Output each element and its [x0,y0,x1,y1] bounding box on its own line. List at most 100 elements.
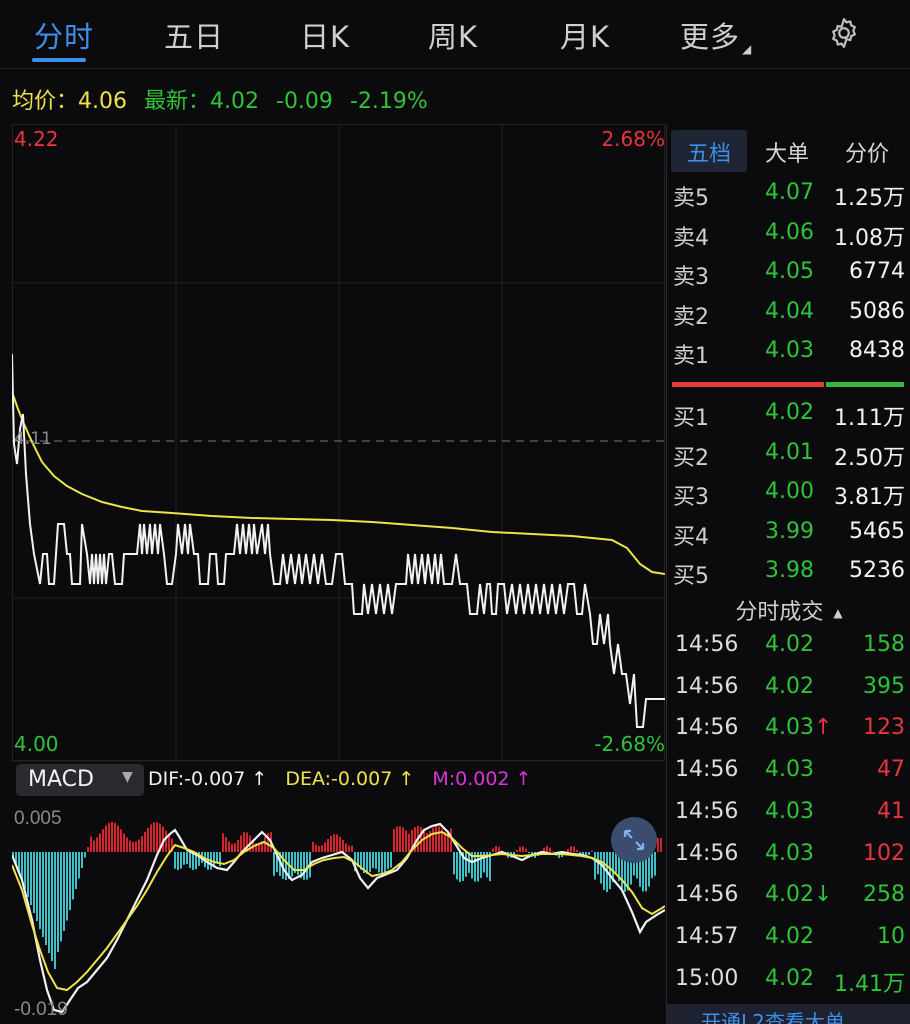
macd-bar [576,849,578,852]
macd-bar [318,845,320,852]
caret-down-icon: ▼ [122,769,133,785]
latest-price: 最新：4.02 [144,89,259,114]
trade-row: 14:56 4.03 47 [675,757,905,797]
bid-level-label: 买2 [673,445,709,471]
bid-level-label: 买5 [673,564,709,589]
bid-price: 4.01 [765,439,814,465]
macd-bar [594,852,596,880]
macd-chart[interactable]: 0.005 -0.019 [12,800,665,1024]
tab-more[interactable]: 更多 ◢ [680,14,752,56]
macd-bar [141,836,143,852]
buy-ratio-bar [826,382,904,387]
macd-bar [399,826,401,852]
trade-time: 14:56 [675,673,739,699]
l2-banner-text: 开通L2查看大单 [701,1010,845,1024]
ask-level-label: 卖4 [673,225,709,251]
macd-bar [30,852,32,905]
dea-arrow: ↑ [398,768,415,790]
ask-row[interactable]: 卖3 4.05 6774 [673,259,905,295]
bid-volume: 3.81万 [834,485,905,510]
trades-header[interactable]: 分时成交 ▲ [667,594,910,626]
bid-row[interactable]: 买4 3.99 5465 [673,519,905,555]
tab-weekly-k[interactable]: 周K [428,14,478,56]
intraday-chart[interactable]: 4.22 2.68% 4.11 4.00 -2.68% [12,124,665,762]
tab-intraday[interactable]: 分时 [34,14,94,56]
trade-volume: 395 [863,673,905,699]
macd-bar [516,850,518,852]
macd-bar [150,824,152,852]
macd-bar [402,827,404,852]
bid-price: 3.98 [765,558,814,583]
bid-row[interactable]: 买1 4.02 1.11万 [673,400,905,436]
avg-price: 均价：4.06 [12,89,127,114]
ask-row[interactable]: 卖5 4.07 1.25万 [673,180,905,216]
macd-bar [519,846,521,852]
trade-price: 4.02↓ [765,882,833,908]
macd-bar [450,828,452,852]
macd-bar [240,835,242,852]
tab-daily-k[interactable]: 日K [300,14,350,56]
bid-row[interactable]: 买2 4.01 2.50万 [673,440,905,476]
trade-time: 14:56 [675,882,739,908]
ask-level-label: 卖2 [673,304,709,330]
macd-bar [387,852,389,870]
ask-price: 4.03 [765,338,814,363]
macd-bar [495,846,497,852]
tab-big-order[interactable]: 大单 [765,136,809,168]
trade-volume: 41 [877,798,905,824]
trade-row: 14:56 4.03 41 [675,799,905,839]
price-summary: 均价：4.06 最新：4.02 -0.09 -2.19% [12,83,438,115]
caret-up-icon: ▲ [833,606,843,620]
bid-volume: 2.50万 [834,445,905,471]
macd-bar [24,852,26,889]
macd-bar [465,852,467,877]
tab-five-day[interactable]: 五日 [164,14,224,56]
trade-price: 4.02 [765,673,814,699]
tab-monthly-k[interactable]: 月K [560,14,610,56]
macd-bar [390,852,392,868]
macd-bar [45,852,47,945]
bid-price: 3.99 [765,518,814,544]
tab-price-distribution[interactable]: 分价 [845,136,889,168]
ask-row[interactable]: 卖4 4.06 1.08万 [673,220,905,256]
bid-volume: 1.11万 [834,406,905,431]
intraday-chart-svg [12,124,665,762]
macd-bar [492,848,494,852]
gear-icon[interactable] [826,15,862,51]
macd-bar [303,852,305,880]
macd-bar [369,852,371,873]
macd-bar [69,852,71,910]
bid-row[interactable]: 买5 3.98 5236 [673,558,905,594]
macd-bar [108,822,110,852]
macd-histogram [12,822,662,969]
macd-bar [600,852,602,884]
price-change-pct: -2.19% [349,89,428,114]
trade-row: 14:56 4.02 395 [675,674,905,714]
expand-chart-button[interactable] [611,817,657,863]
latest-label: 最新： [144,89,211,114]
macd-bar [378,852,380,873]
macd-bar [375,852,377,869]
macd-bar [591,850,593,852]
trade-time: 14:57 [675,923,739,949]
macd-bar [351,845,353,852]
trade-row: 15:00 4.02 1.41万 [675,966,905,1006]
ask-row[interactable]: 卖1 4.03 8438 [673,338,905,374]
macd-bar [567,849,569,852]
macd-bar [93,840,95,852]
macd-bar [381,852,383,874]
ask-row[interactable]: 卖2 4.04 5086 [673,299,905,335]
bid-row[interactable]: 买3 4.00 3.81万 [673,479,905,515]
macd-bar [438,826,440,852]
ask-volume: 6774 [849,259,905,284]
trade-time: 15:00 [675,965,739,991]
macd-bar [96,837,98,852]
l2-banner[interactable]: 开通L2查看大单 [667,1004,910,1024]
tab-five-level[interactable]: 五档 [687,136,731,168]
macd-bar [324,842,326,852]
tab-more-label: 更多 [680,20,741,54]
chart-top-price: 4.22 [14,127,59,151]
macd-dif-line [12,822,665,1014]
macd-bar [603,852,605,890]
indicator-selector[interactable]: MACD ▼ [16,764,144,796]
